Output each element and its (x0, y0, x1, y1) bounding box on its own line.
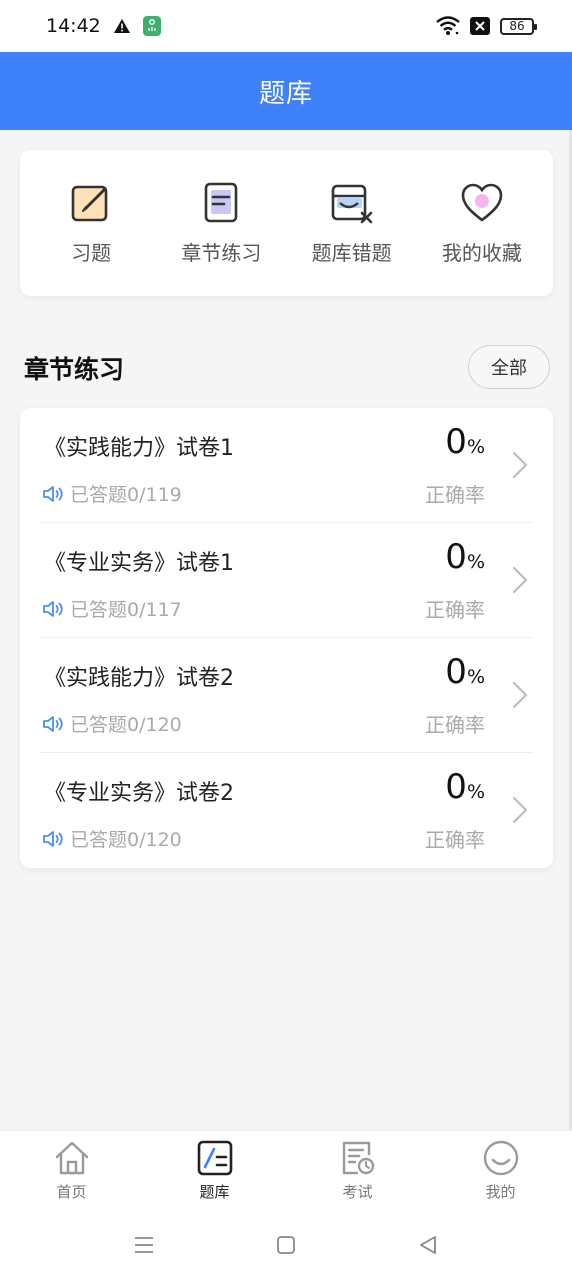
edit-note-icon (71, 185, 108, 221)
profile-icon (483, 1140, 518, 1176)
nav-profile[interactable]: 我的 (451, 1139, 551, 1202)
status-left: 14:42 (46, 15, 161, 37)
home-square-icon[interactable] (275, 1234, 297, 1256)
status-bar: 14:42 86 (0, 0, 572, 52)
paper-title: 《实践能力》试卷1 (44, 436, 234, 461)
accuracy-value: 0% (445, 537, 485, 577)
quick-menu-card: 习题 章节练习 题库错题 我的收藏 (20, 150, 553, 296)
accuracy-unit: % (466, 551, 485, 573)
page-title: 题库 (258, 78, 313, 109)
quick-item-favorites[interactable]: 我的收藏 (419, 181, 544, 266)
chevron-right-icon (512, 566, 528, 594)
accuracy-label: 正确率 (425, 598, 485, 622)
battery-indicator: 86 (500, 17, 537, 35)
quick-item-exercises[interactable]: 习题 (29, 181, 154, 266)
heart-icon (461, 183, 503, 222)
accuracy-value: 0% (445, 767, 485, 807)
accuracy-unit: % (466, 781, 485, 803)
speaker-icon (43, 600, 63, 617)
nav-label: 我的 (485, 1183, 516, 1201)
answered-count: 已答题0/119 (70, 484, 182, 506)
accuracy-value: 0% (445, 652, 485, 692)
accuracy-label: 正确率 (425, 828, 485, 852)
accuracy-unit: % (466, 436, 485, 458)
paper-progress: 已答题0/120 (42, 710, 182, 737)
quick-item-label: 题库错题 (311, 240, 392, 265)
section-title: 章节练习 (24, 355, 125, 384)
quick-item-label: 我的收藏 (441, 240, 522, 265)
exam-icon (342, 1141, 374, 1175)
answered-count: 已答题0/120 (70, 829, 182, 851)
speaker-icon (43, 485, 63, 502)
speaker-icon (43, 830, 63, 847)
paper-row[interactable]: 《专业实务》试卷1 已答题0/117 0% 正确率 (40, 523, 533, 638)
view-all-button[interactable]: 全部 (468, 345, 550, 389)
answered-count: 已答题0/120 (70, 714, 182, 736)
system-nav-bar (0, 1210, 572, 1280)
accuracy-number: 0 (445, 767, 467, 807)
status-time: 14:42 (46, 15, 101, 37)
quick-item-chapter-practice[interactable]: 章节练习 (159, 181, 284, 266)
quick-item-label: 章节练习 (181, 240, 262, 265)
warning-icon (113, 19, 130, 33)
back-icon[interactable] (417, 1234, 439, 1256)
quick-item-wrong-questions[interactable]: 题库错题 (289, 181, 414, 266)
accuracy-number: 0 (445, 537, 467, 577)
status-right: 86 (436, 16, 537, 36)
answered-count: 已答题0/117 (70, 599, 182, 621)
paper-row[interactable]: 《实践能力》试卷2 已答题0/120 0% 正确率 (40, 638, 533, 753)
nav-label: 题库 (199, 1183, 230, 1201)
question-bank-icon (197, 1140, 232, 1176)
chevron-right-icon (512, 681, 528, 709)
accuracy-number: 0 (445, 652, 467, 692)
no-sim-icon (470, 17, 490, 35)
nav-label: 首页 (56, 1183, 87, 1201)
accuracy-unit: % (466, 666, 485, 688)
wifi-icon (436, 16, 460, 35)
nav-question-bank[interactable]: 题库 (165, 1139, 265, 1202)
app-notification-icon (142, 16, 161, 36)
accuracy-value: 0% (445, 422, 485, 462)
menu-icon[interactable] (133, 1234, 155, 1256)
chevron-right-icon (512, 451, 528, 479)
accuracy-label: 正确率 (425, 483, 485, 507)
accuracy-label: 正确率 (425, 713, 485, 737)
document-icon (205, 182, 238, 222)
home-icon (55, 1141, 88, 1175)
paper-title: 《实践能力》试卷2 (44, 666, 234, 691)
paper-list: 《实践能力》试卷1 已答题0/119 0% 正确率 《专业实务》试卷1 已答题0… (20, 408, 553, 868)
paper-progress: 已答题0/120 (42, 825, 182, 852)
quick-item-label: 习题 (71, 240, 112, 265)
wrong-box-icon (331, 184, 372, 223)
accuracy-number: 0 (445, 422, 467, 462)
paper-row[interactable]: 《实践能力》试卷1 已答题0/119 0% 正确率 (40, 408, 533, 523)
paper-title: 《专业实务》试卷2 (44, 781, 234, 806)
nav-label: 考试 (342, 1183, 373, 1201)
bottom-nav: 首页 题库 考试 我的 (0, 1130, 572, 1210)
nav-exam[interactable]: 考试 (308, 1139, 408, 1202)
chevron-right-icon (512, 796, 528, 824)
paper-row[interactable]: 《专业实务》试卷2 已答题0/120 0% 正确率 (40, 753, 533, 868)
nav-home[interactable]: 首页 (22, 1139, 122, 1202)
app-header: 题库 (0, 52, 572, 130)
paper-progress: 已答题0/119 (42, 480, 182, 507)
paper-progress: 已答题0/117 (42, 595, 182, 622)
speaker-icon (43, 715, 63, 732)
paper-title: 《专业实务》试卷1 (44, 551, 234, 576)
